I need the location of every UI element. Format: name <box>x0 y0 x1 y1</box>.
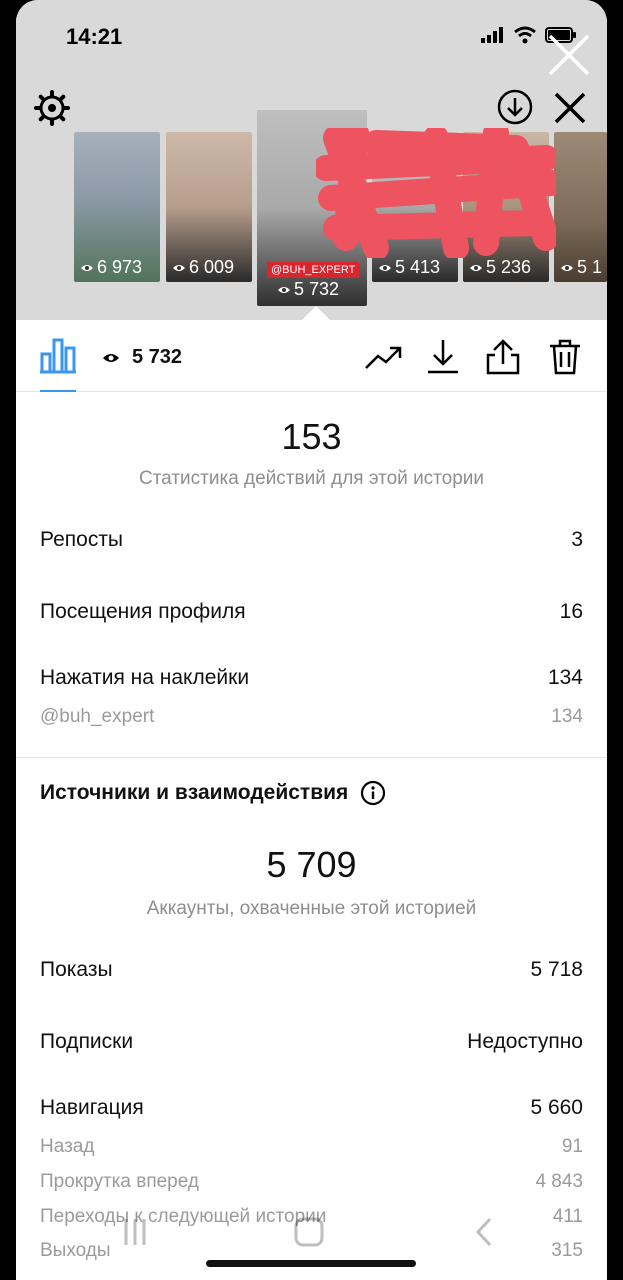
story-views: 5 413 <box>395 257 441 277</box>
stat-row: Навигация 5 660 <box>40 1096 583 1120</box>
stat-value: 5 660 <box>530 1096 583 1119</box>
active-story-pointer <box>302 306 330 320</box>
signal-icon <box>481 27 503 43</box>
section-title: Источники и взаимодействия <box>40 780 386 806</box>
stat-value: 16 <box>559 600 583 623</box>
stat-label: Показы <box>40 958 113 981</box>
eye-icon <box>278 286 290 293</box>
insights-toolbar: 5 732 <box>16 320 607 392</box>
story-thumbnail[interactable]: 6 973 <box>74 132 160 282</box>
stat-label: Репосты <box>40 528 124 551</box>
stat-row: Посещения профиля 16 <box>40 600 583 624</box>
stat-subvalue: 315 <box>551 1240 583 1261</box>
info-icon[interactable] <box>360 780 386 806</box>
story-strip-area: 14:21 6 973 6 009 @BUH_EXPERT 5 732 5 41… <box>16 0 607 320</box>
viewers-count[interactable]: 5 732 <box>102 346 182 369</box>
share-icon[interactable] <box>484 338 522 376</box>
eye-icon <box>81 264 93 271</box>
stat-value: Недоступно <box>467 1030 583 1053</box>
story-views: 5 732 <box>294 279 340 299</box>
section-title-text: Источники и взаимодействия <box>40 781 349 804</box>
wifi-icon <box>514 26 536 44</box>
stat-row: Показы 5 718 <box>40 958 583 982</box>
story-thumbnail[interactable]: 5 1 <box>554 132 607 282</box>
close-icon[interactable] <box>546 32 592 78</box>
stat-subrow: Прокрутка вперед 4 843 <box>40 1171 583 1193</box>
stat-sublabel: Назад <box>40 1136 95 1157</box>
stat-sublabel: Переходы к следующей истории <box>40 1206 327 1227</box>
story-thumbnail[interactable]: 6 009 <box>166 132 252 282</box>
stat-sublabel: Прокрутка вперед <box>40 1171 199 1192</box>
actions-caption: Статистика действий для этой истории <box>138 468 485 489</box>
stat-label: Подписки <box>40 1030 134 1053</box>
back-nav-icon <box>475 1217 492 1247</box>
stat-row: Репосты 3 <box>40 528 583 552</box>
story-thumbnails: 6 973 6 009 @BUH_EXPERT 5 732 5 413 5 23… <box>16 110 607 310</box>
stat-row: Подписки Недоступно <box>40 1030 583 1054</box>
trending-icon[interactable] <box>364 338 402 376</box>
stat-sublabel: Выходы <box>40 1240 111 1261</box>
recent-apps-icon <box>124 1219 146 1245</box>
stat-label: Нажатия на наклейки <box>40 666 250 689</box>
redaction-scribble <box>316 128 556 258</box>
eye-icon <box>103 353 119 362</box>
section-divider <box>16 757 607 758</box>
stat-label: Посещения профиля <box>40 600 246 623</box>
eye-icon <box>173 264 185 271</box>
reach-caption: Аккаунты, охваченные этой историей <box>146 898 477 919</box>
stat-subvalue: 411 <box>552 1206 583 1227</box>
stat-subvalue: 91 <box>561 1136 583 1157</box>
stat-sublabel: @buh_expert <box>40 706 155 727</box>
home-indicator[interactable] <box>206 1260 416 1267</box>
home-nav-icon <box>294 1217 324 1247</box>
download-icon[interactable] <box>424 338 462 376</box>
story-views: 6 973 <box>97 257 143 277</box>
viewers-count-value: 5 732 <box>132 346 183 368</box>
actions-count: 153 <box>281 416 342 457</box>
bar-chart-icon[interactable] <box>38 338 78 374</box>
story-views: 6 009 <box>189 257 235 277</box>
stat-subrow: @buh_expert 134 <box>40 706 583 728</box>
story-mention-tag: @BUH_EXPERT <box>267 262 360 278</box>
stat-value: 5 718 <box>530 958 583 981</box>
reach-count: 5 709 <box>266 844 357 885</box>
trash-icon[interactable] <box>546 338 584 376</box>
stat-subrow: Назад 91 <box>40 1136 583 1158</box>
stat-label: Навигация <box>40 1096 144 1119</box>
stat-subvalue: 4 843 <box>535 1171 583 1192</box>
stat-value: 134 <box>547 666 583 689</box>
eye-icon <box>561 264 573 271</box>
status-time: 14:21 <box>66 24 123 49</box>
stat-row: Нажатия на наклейки 134 <box>40 666 583 690</box>
story-views: 5 1 <box>577 257 603 277</box>
story-views: 5 236 <box>486 257 532 277</box>
active-tab-indicator <box>40 390 76 392</box>
stat-value: 3 <box>571 528 583 551</box>
eye-icon <box>470 264 482 271</box>
stat-subvalue: 134 <box>551 706 583 727</box>
eye-icon <box>379 264 391 271</box>
story-insights-screen: 14:21 6 973 6 009 @BUH_EXPERT 5 732 5 41… <box>16 0 607 1280</box>
